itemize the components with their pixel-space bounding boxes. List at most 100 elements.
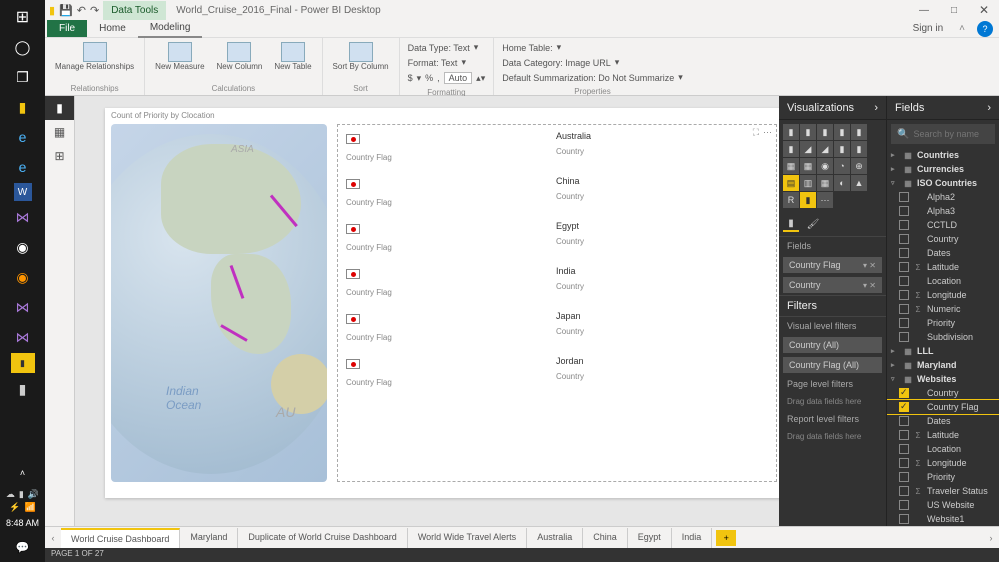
field-item[interactable]: Country (887, 232, 999, 246)
field-item[interactable]: ΣLatitude (887, 428, 999, 442)
field-item[interactable]: ΣNumeric (887, 302, 999, 316)
report-view-button[interactable]: ▮ (45, 96, 74, 120)
new-table-button[interactable]: New Table (270, 40, 315, 74)
search-box[interactable]: 🔍 (891, 124, 995, 144)
minimize-button[interactable]: — (909, 0, 939, 20)
add-page-button[interactable]: + (716, 530, 736, 546)
field-table[interactable]: ▿▦ISO Countries (887, 176, 999, 190)
viz-type-icon[interactable]: R (783, 192, 799, 208)
search-input[interactable] (913, 129, 999, 139)
prev-page-button[interactable]: ‹ (45, 533, 61, 543)
report-canvas[interactable]: Count of Priority by Clocation ASIA Indi… (75, 96, 779, 526)
viz-type-icon[interactable]: ▦ (783, 158, 799, 174)
field-item[interactable]: Location (887, 274, 999, 288)
field-item[interactable]: Priority (887, 316, 999, 330)
datatype-label[interactable]: Data Type: Text (408, 43, 470, 53)
viz-type-icon[interactable]: ▦ (800, 158, 816, 174)
drop-target[interactable]: Drag data fields here (779, 428, 886, 445)
page-tab[interactable]: World Cruise Dashboard (61, 528, 180, 548)
page-tab[interactable]: Australia (527, 528, 583, 548)
page-tab[interactable]: Duplicate of World Cruise Dashboard (238, 528, 407, 548)
save-icon[interactable]: 💾 (59, 4, 73, 17)
field-item[interactable]: ΣTraveler Status (887, 484, 999, 498)
viz-type-icon[interactable]: ▮ (851, 124, 867, 140)
field-item[interactable]: Country (887, 386, 999, 400)
more-options-icon[interactable]: ⋯ (763, 127, 772, 138)
field-well[interactable]: Country Flag▾ ✕ (783, 257, 882, 273)
currency-button[interactable]: $ (408, 73, 413, 83)
redo-icon[interactable]: ↷ (90, 4, 99, 17)
edge-icon[interactable]: e (9, 123, 37, 151)
datacategory-label[interactable]: Data Category: Image URL (502, 58, 611, 68)
field-well[interactable]: Country▾ ✕ (783, 277, 882, 293)
viz-type-icon[interactable]: ▮ (783, 124, 799, 140)
vs2-icon[interactable]: ⋈ (9, 293, 37, 321)
viz-type-icon[interactable]: ◢ (817, 141, 833, 157)
field-item[interactable]: US Website (887, 498, 999, 512)
system-tray[interactable]: ☁▮🔊⚡📶 (3, 488, 43, 514)
chevron-up-icon[interactable]: ˄ (9, 459, 37, 487)
viz-type-icon[interactable]: ▮ (783, 141, 799, 157)
format-tab-icon[interactable]: 🖌 (805, 216, 821, 232)
field-item[interactable]: ΣLongitude (887, 456, 999, 470)
collapse-ribbon-icon[interactable]: ˄ (953, 23, 971, 34)
page-tab[interactable]: Maryland (180, 528, 238, 548)
chrome-icon[interactable]: ◉ (9, 233, 37, 261)
comma-button[interactable]: , (437, 73, 440, 83)
field-item[interactable]: Priority (887, 470, 999, 484)
ie-icon[interactable]: e (9, 153, 37, 181)
notification-icon[interactable]: 💬 (9, 533, 37, 561)
field-item[interactable]: Subdivision (887, 330, 999, 344)
new-measure-button[interactable]: New Measure (151, 40, 208, 74)
viz-type-icon[interactable]: ▮ (834, 124, 850, 140)
field-item[interactable]: Website1 (887, 512, 999, 526)
firefox-icon[interactable]: ◉ (9, 263, 37, 291)
field-item[interactable]: Location (887, 442, 999, 456)
viz-type-icon[interactable]: ▮ (851, 141, 867, 157)
explorer-icon[interactable]: ▮ (9, 93, 37, 121)
hometable-label[interactable]: Home Table: (502, 43, 552, 53)
chevron-down-icon[interactable]: ▾ (474, 42, 479, 53)
cortana-icon[interactable]: ◯ (9, 33, 37, 61)
viz-type-icon[interactable]: ◢ (800, 141, 816, 157)
chevron-right-icon[interactable]: › (987, 102, 991, 114)
help-icon[interactable]: ? (977, 21, 993, 37)
format-label[interactable]: Format: Text (408, 58, 458, 68)
word-icon[interactable]: W (14, 183, 32, 201)
viz-type-icon[interactable]: ⊕ (851, 158, 867, 174)
field-item[interactable]: Country Flag (887, 400, 999, 414)
taskview-icon[interactable]: ❐ (9, 63, 37, 91)
field-table[interactable]: ▸▦Currencies (887, 162, 999, 176)
field-table[interactable]: ▸▦LLL (887, 344, 999, 358)
decimals-input[interactable]: Auto (444, 72, 473, 84)
close-button[interactable]: ✕ (969, 0, 999, 20)
model-view-button[interactable]: ⊞ (45, 144, 74, 168)
fields-tab-icon[interactable]: ▮ (783, 216, 799, 232)
maximize-button[interactable]: □ (939, 0, 969, 20)
field-item[interactable]: Alpha3 (887, 204, 999, 218)
contextual-tab[interactable]: Data Tools (103, 1, 166, 20)
taskbar-clock[interactable]: 8:48 AM (6, 514, 39, 532)
page-tab[interactable]: World Wide Travel Alerts (408, 528, 527, 548)
viz-type-icon[interactable]: ▥ (800, 175, 816, 191)
field-table[interactable]: ▸▦Maryland (887, 358, 999, 372)
viz-type-icon[interactable]: ▤ (783, 175, 799, 191)
viz-type-icon[interactable]: ▮ (800, 124, 816, 140)
drop-target[interactable]: Drag data fields here (779, 393, 886, 410)
field-item[interactable]: ΣLatitude (887, 260, 999, 274)
viz-type-icon[interactable]: ▮ (800, 192, 816, 208)
field-table[interactable]: ▸▦Countries (887, 148, 999, 162)
sort-by-column-button[interactable]: Sort By Column (329, 40, 393, 74)
field-item[interactable]: CCTLD (887, 218, 999, 232)
vs-icon[interactable]: ⋈ (9, 203, 37, 231)
viz-type-icon[interactable]: ▦ (817, 175, 833, 191)
home-tab[interactable]: Home (87, 20, 138, 37)
viz-type-icon[interactable]: ▲ (851, 175, 867, 191)
percent-button[interactable]: % (425, 73, 433, 83)
file-tab[interactable]: File (47, 20, 87, 37)
viz-type-icon[interactable]: ▮ (834, 141, 850, 157)
field-item[interactable]: ΣLongitude (887, 288, 999, 302)
viz-type-icon[interactable]: ◉ (817, 158, 833, 174)
field-item[interactable]: Dates (887, 414, 999, 428)
field-item[interactable]: Dates (887, 246, 999, 260)
